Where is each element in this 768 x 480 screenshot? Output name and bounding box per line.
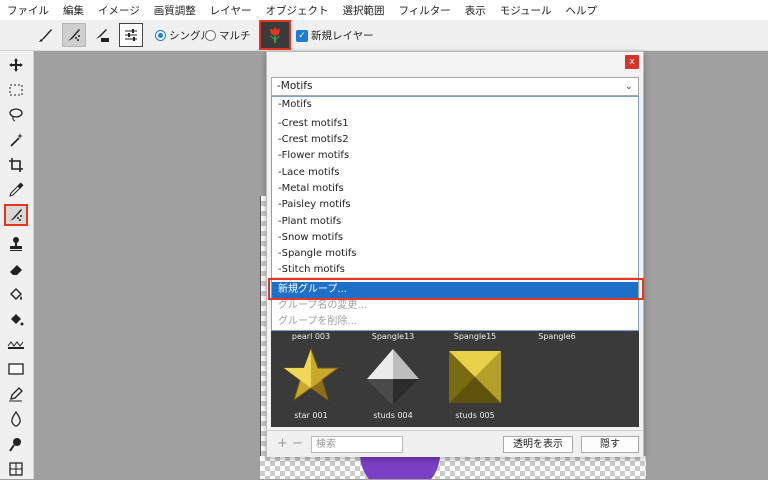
- caption-star001: star 001: [294, 411, 328, 420]
- menu-adjust[interactable]: 画質調整: [147, 3, 203, 18]
- magic-wand-icon[interactable]: [4, 129, 28, 151]
- caption-spangle13: Spangle13: [371, 332, 415, 341]
- stamp-brush-icon[interactable]: [90, 23, 114, 47]
- list-item-crest1[interactable]: -Crest motifs1: [272, 116, 638, 132]
- canvas-bottom: [260, 456, 646, 479]
- rename-group-item: グループ名の変更...: [278, 300, 367, 311]
- menu-object[interactable]: オブジェクト: [258, 3, 335, 18]
- tool-options-bar: シングル マルチ ✓ 新規レイヤー: [0, 20, 768, 51]
- eyedropper-icon[interactable]: [4, 179, 28, 201]
- list-item-flower[interactable]: -Flower motifs: [272, 148, 638, 164]
- show-transparent-button[interactable]: 透明を表示: [503, 436, 573, 453]
- list-item-plant[interactable]: -Plant motifs: [272, 214, 638, 230]
- caption-studs004: studs 004: [373, 411, 413, 420]
- sliders-icon[interactable]: [119, 23, 143, 47]
- menu-bar: ファイル 編集 イメージ 画質調整 レイヤー オブジェクト 選択範囲 フィルター…: [0, 0, 768, 21]
- tool-palette: [0, 51, 34, 479]
- close-button[interactable]: x: [625, 55, 639, 69]
- menu-image[interactable]: イメージ: [91, 3, 147, 18]
- single-radio[interactable]: シングル: [155, 28, 211, 43]
- smudge-icon[interactable]: [4, 433, 28, 455]
- motif-group-dropdown[interactable]: -Motifs ⌄: [271, 77, 639, 96]
- star-thumbnail[interactable]: [279, 343, 343, 407]
- radio-selected-icon: [155, 30, 166, 41]
- list-item-stitch[interactable]: -Stitch motifs: [272, 262, 638, 278]
- menu-module[interactable]: モジュール: [493, 3, 559, 18]
- group-list: -Motifs -Crest motifs1 -Crest motifs2 -F…: [271, 96, 639, 331]
- motif-panel: x -Motifs ⌄ -Motifs -Crest motifs1 -Cres…: [266, 51, 644, 457]
- purple-shape: [360, 456, 440, 479]
- add-motif-button[interactable]: +: [277, 436, 288, 451]
- menu-file[interactable]: ファイル: [0, 3, 56, 18]
- caption-studs005: studs 005: [455, 411, 495, 420]
- stamp-icon[interactable]: [4, 233, 28, 255]
- panel-footer: + − 検索 透明を表示 隠す: [267, 430, 643, 457]
- list-item-spangle[interactable]: -Spangle motifs: [272, 246, 638, 262]
- radio-empty-icon: [205, 30, 216, 41]
- new-group-item[interactable]: 新規グループ...: [272, 282, 638, 298]
- menu-filter[interactable]: フィルター: [391, 3, 457, 18]
- multi-label: マルチ: [219, 30, 251, 42]
- rect-select-icon[interactable]: [4, 79, 28, 101]
- new-layer-label: 新規レイヤー: [311, 30, 374, 42]
- tulip-icon: [270, 27, 280, 43]
- move-icon[interactable]: [4, 54, 28, 76]
- delete-group-item: グループを削除...: [278, 316, 357, 327]
- caption-spangle6: Spangle6: [538, 332, 576, 341]
- lasso-icon[interactable]: [4, 104, 28, 126]
- list-item-snow[interactable]: -Snow motifs: [272, 230, 638, 246]
- grid-icon[interactable]: [4, 458, 28, 480]
- list-item-motifs[interactable]: -Motifs: [272, 97, 638, 113]
- list-item-lace[interactable]: -Lace motifs: [272, 165, 638, 181]
- caption-spangle15: Spangle15: [453, 332, 497, 341]
- gradient-bucket-icon[interactable]: [4, 308, 28, 330]
- list-item-crest2[interactable]: -Crest motifs2: [272, 132, 638, 148]
- ruler-icon[interactable]: [4, 333, 28, 355]
- studs005-thumbnail[interactable]: [443, 345, 507, 409]
- multi-radio[interactable]: マルチ: [205, 28, 251, 43]
- chevron-down-icon: ⌄: [624, 81, 633, 92]
- menu-edit[interactable]: 編集: [56, 3, 91, 18]
- menu-help[interactable]: ヘルプ: [559, 3, 605, 18]
- drop-icon[interactable]: [4, 408, 28, 430]
- motif-brush-icon[interactable]: [4, 204, 28, 226]
- checkmark-icon: ✓: [296, 29, 308, 42]
- list-item-metal[interactable]: -Metal motifs: [272, 181, 638, 197]
- caption-pearl: pearl 003: [291, 332, 331, 341]
- pen-icon[interactable]: [4, 383, 28, 405]
- new-layer-checkbox[interactable]: ✓ 新規レイヤー: [296, 28, 374, 43]
- motif-select-button[interactable]: [259, 20, 291, 50]
- rectangle-icon[interactable]: [4, 358, 28, 380]
- motif-grid: pearl 003 Spangle13 Spangle15 Spangle6 s…: [271, 331, 639, 427]
- eraser-icon[interactable]: [4, 258, 28, 280]
- remove-motif-button[interactable]: −: [292, 436, 303, 451]
- menu-selection[interactable]: 選択範囲: [335, 3, 391, 18]
- studs004-thumbnail[interactable]: [361, 343, 425, 407]
- crop-icon[interactable]: [4, 154, 28, 176]
- list-item-paisley[interactable]: -Paisley motifs: [272, 197, 638, 213]
- dropdown-value: -Motifs: [277, 80, 313, 92]
- hide-button[interactable]: 隠す: [581, 436, 639, 453]
- sparkle-brush-icon[interactable]: [62, 23, 86, 47]
- brush-icon[interactable]: [34, 23, 58, 47]
- menu-view[interactable]: 表示: [458, 3, 493, 18]
- bucket-icon[interactable]: [4, 283, 28, 305]
- menu-layer[interactable]: レイヤー: [203, 3, 259, 18]
- search-input[interactable]: 検索: [311, 436, 403, 453]
